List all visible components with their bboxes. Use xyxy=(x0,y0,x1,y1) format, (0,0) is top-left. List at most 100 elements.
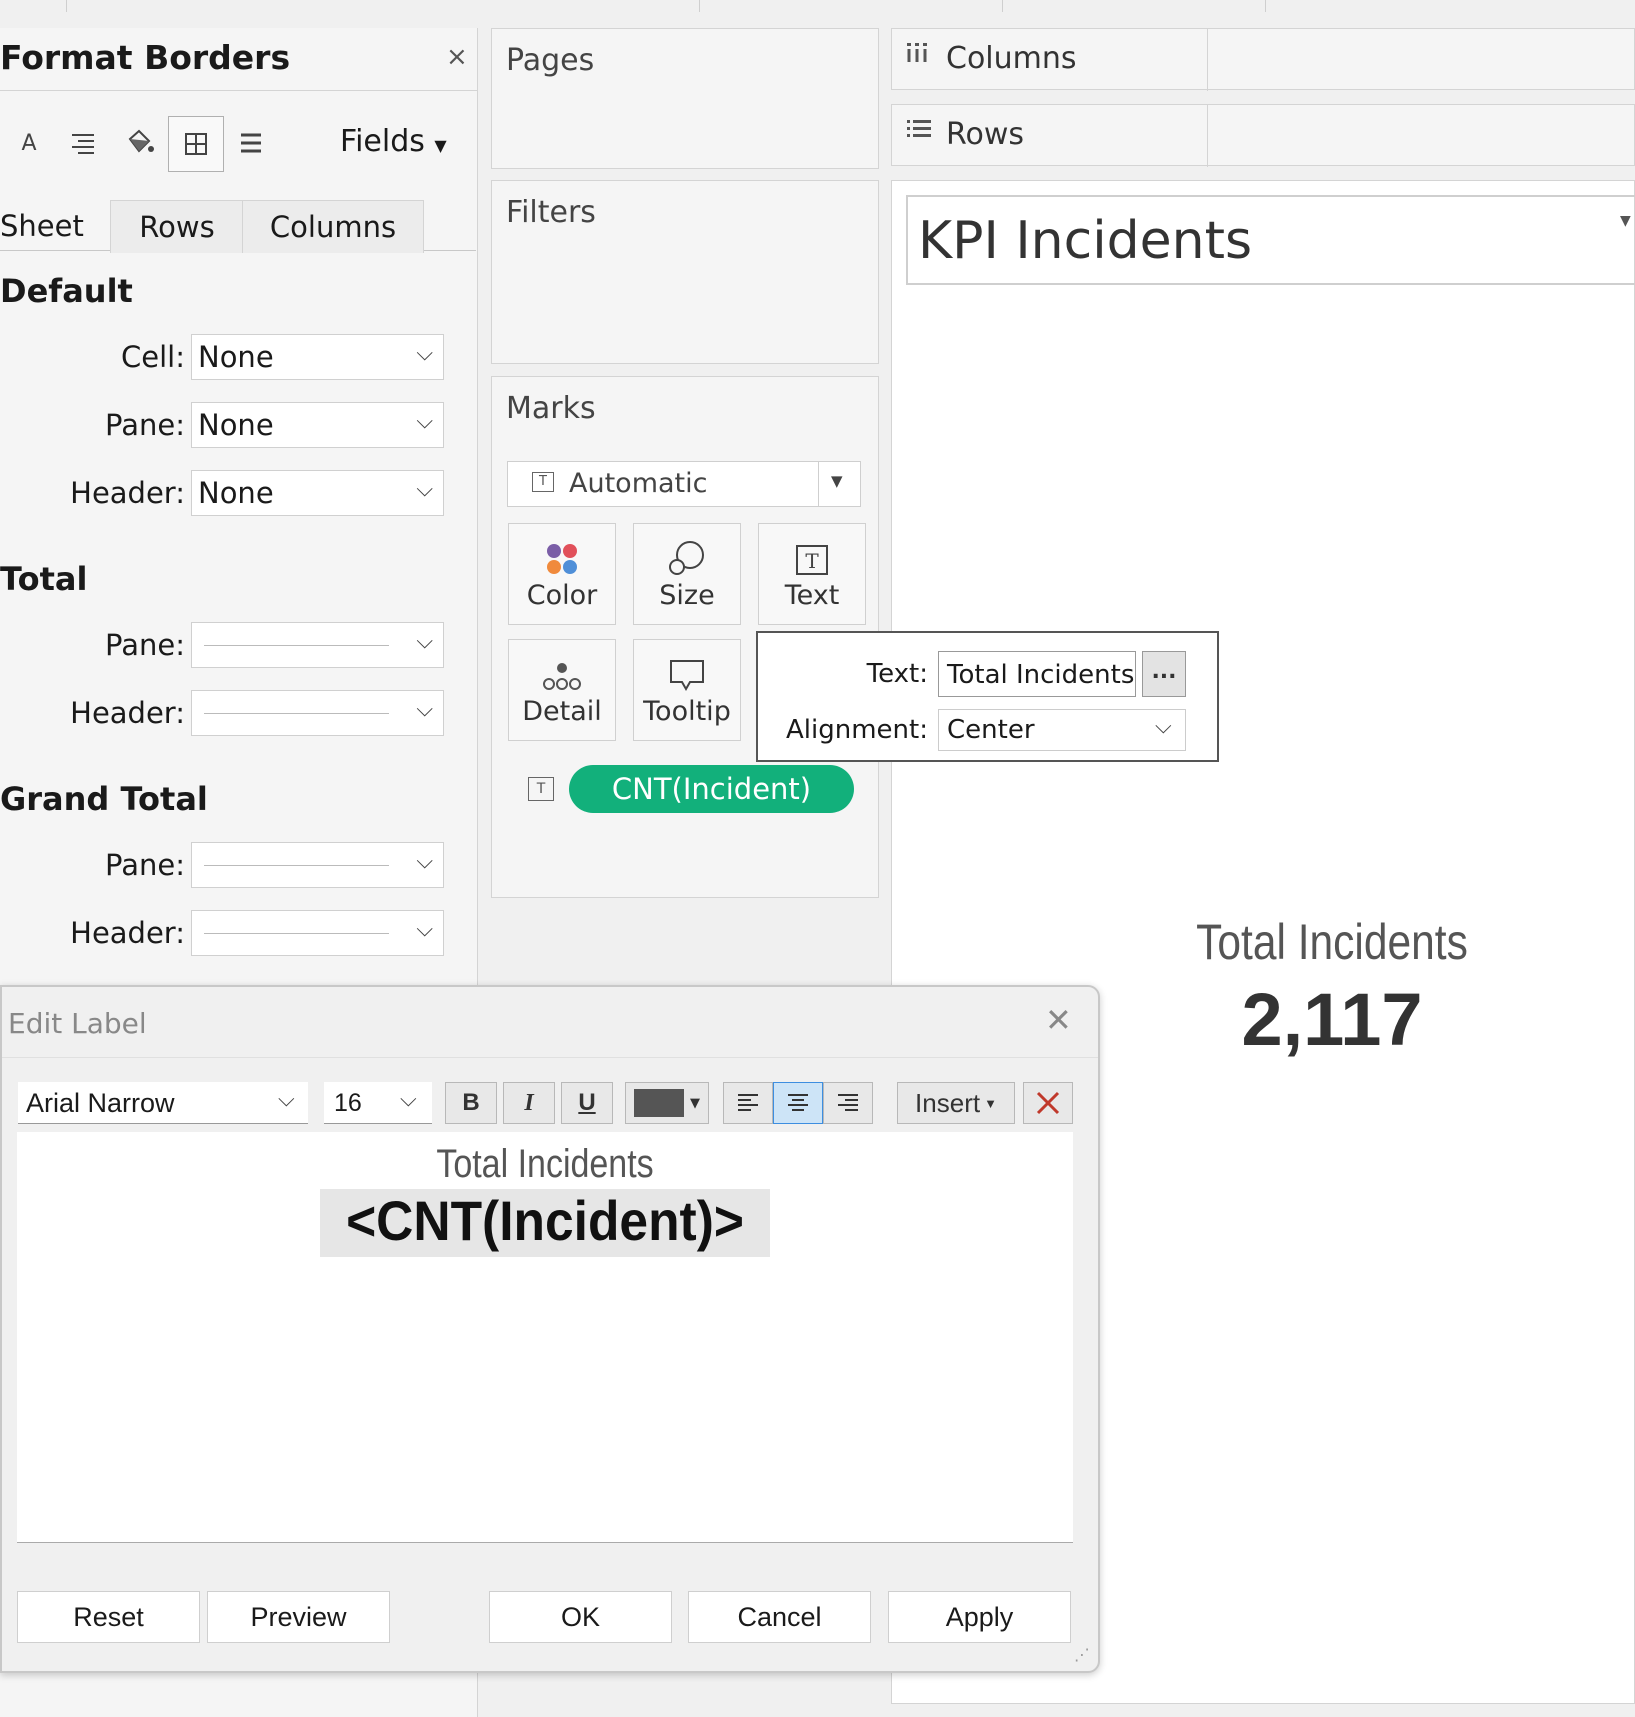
alignment-icon[interactable] xyxy=(56,116,110,170)
header-label: Header: xyxy=(70,696,185,730)
detail-button[interactable]: Detail xyxy=(508,639,616,741)
shelf-label: Rows xyxy=(946,117,1025,152)
caret-down-icon: ▼ xyxy=(831,472,843,490)
alignment-select[interactable]: Center ⌵ xyxy=(938,709,1186,751)
divider xyxy=(66,0,67,12)
mark-type-select[interactable]: T Automatic ▼ xyxy=(507,461,861,507)
close-icon[interactable]: × xyxy=(446,42,468,72)
line-style-preview xyxy=(204,645,389,646)
text-mark-icon: T xyxy=(528,777,554,801)
chevron-down-icon: ⌵ xyxy=(400,1086,417,1111)
line-style-preview xyxy=(204,865,389,866)
edit-label-dialog: Edit Label ✕ Arial Narrow ⌵ 16 ⌵ B I U ▼… xyxy=(0,985,1100,1673)
filters-card[interactable]: Filters xyxy=(491,180,879,364)
card-title: Filters xyxy=(506,195,596,230)
chevron-down-icon: ⌵ xyxy=(416,917,433,942)
detail-label: Detail xyxy=(522,696,602,727)
editor-line-1: Total Incidents xyxy=(436,1142,654,1186)
size-button[interactable]: Size xyxy=(633,523,741,625)
more-button[interactable]: ... xyxy=(1142,651,1186,697)
caret-down-icon: ▼ xyxy=(434,136,447,155)
clear-button[interactable] xyxy=(1023,1082,1073,1124)
shelf-label: Columns xyxy=(946,41,1077,76)
apply-button[interactable]: Apply xyxy=(888,1591,1071,1643)
chevron-down-icon: ⌵ xyxy=(1155,714,1172,739)
tab-rows[interactable]: Rows xyxy=(110,200,244,253)
font-size-select[interactable]: 16 ⌵ xyxy=(324,1082,432,1124)
header-label: Header: xyxy=(70,476,185,510)
chevron-down-icon: ⌵ xyxy=(416,849,433,874)
divider xyxy=(1207,105,1208,167)
pane-label: Pane: xyxy=(105,848,185,882)
view-title: KPI Incidents xyxy=(918,211,1253,271)
chevron-down-icon: ⌵ xyxy=(416,341,433,366)
divider xyxy=(818,462,819,506)
color-label: Color xyxy=(526,580,598,611)
cell-label: Cell: xyxy=(121,340,185,374)
font-icon[interactable]: A xyxy=(2,116,56,170)
divider xyxy=(2,1057,1098,1058)
text-button[interactable]: T Text xyxy=(758,523,866,625)
preview-button[interactable]: Preview xyxy=(207,1591,390,1643)
italic-button[interactable]: I xyxy=(503,1082,555,1124)
mark-type-label: Automatic xyxy=(569,468,708,499)
view-title-box[interactable]: KPI Incidents ▼ xyxy=(906,195,1635,285)
align-left-button[interactable] xyxy=(723,1082,773,1124)
grand-total-pane-border-select[interactable]: ⌵ xyxy=(191,842,444,888)
tab-columns[interactable]: Columns xyxy=(242,200,424,253)
text-mark-icon: T xyxy=(532,472,554,492)
caret-down-icon[interactable]: ▼ xyxy=(1620,213,1631,229)
label-editor[interactable]: Total Incidents <CNT(Incident)> xyxy=(17,1132,1073,1543)
kpi-label: Total Incidents xyxy=(1196,914,1468,970)
font-color-button[interactable]: ▼ xyxy=(625,1082,709,1124)
total-pane-border-select[interactable]: ⌵ xyxy=(191,622,444,668)
close-icon[interactable]: ✕ xyxy=(1045,1001,1072,1039)
tooltip-icon xyxy=(634,640,740,692)
align-center-icon xyxy=(788,1094,808,1111)
font-family-select[interactable]: Arial Narrow ⌵ xyxy=(18,1082,308,1124)
tooltip-button[interactable]: Tooltip xyxy=(633,639,741,741)
cnt-incident-pill[interactable]: CNT(Incident) xyxy=(569,765,854,813)
card-title: Pages xyxy=(506,43,595,78)
underline-button[interactable]: U xyxy=(561,1082,613,1124)
borders-icon[interactable] xyxy=(168,116,224,172)
text-icon: T xyxy=(759,524,865,576)
svg-text:T: T xyxy=(805,549,819,573)
section-default-heading: Default xyxy=(0,272,133,310)
rows-shelf[interactable]: Rows xyxy=(891,104,1635,167)
resize-grip-icon[interactable]: ⋰ xyxy=(1074,1645,1090,1664)
chevron-down-icon: ⌵ xyxy=(416,409,433,434)
align-right-button[interactable] xyxy=(823,1082,873,1124)
header-border-select[interactable]: None ⌵ xyxy=(191,470,444,516)
text-field[interactable]: Total Incidents xyxy=(938,651,1136,697)
pages-card[interactable]: Pages xyxy=(491,28,879,169)
lines-icon[interactable] xyxy=(224,116,278,170)
card-title: Marks xyxy=(506,391,596,426)
pane-border-select[interactable]: None ⌵ xyxy=(191,402,444,448)
bold-button[interactable]: B xyxy=(445,1082,497,1124)
fields-dropdown[interactable]: Fields ▼ xyxy=(340,124,447,159)
total-header-border-select[interactable]: ⌵ xyxy=(191,690,444,736)
caret-down-icon: ▼ xyxy=(984,1095,997,1111)
chevron-down-icon: ⌵ xyxy=(416,697,433,722)
color-button[interactable]: Color xyxy=(508,523,616,625)
clear-icon xyxy=(1036,1091,1060,1115)
divider xyxy=(0,90,478,91)
reset-button[interactable]: Reset xyxy=(17,1591,200,1643)
tab-sheet[interactable]: Sheet xyxy=(0,200,110,252)
kpi-value: 2,117 xyxy=(1241,978,1423,1061)
shading-icon[interactable] xyxy=(112,116,166,170)
ok-button[interactable]: OK xyxy=(489,1591,672,1643)
size-icon xyxy=(634,524,740,576)
chevron-down-icon: ⌵ xyxy=(416,629,433,654)
cell-border-select[interactable]: None ⌵ xyxy=(191,334,444,380)
columns-shelf[interactable]: Columns xyxy=(891,28,1635,91)
cancel-button[interactable]: Cancel xyxy=(688,1591,871,1643)
alignment-label: Alignment: xyxy=(786,715,928,745)
chevron-down-icon: ⌵ xyxy=(416,477,433,502)
editor-line-2: <CNT(Incident)> xyxy=(346,1189,744,1252)
insert-button[interactable]: Insert ▼ xyxy=(897,1082,1015,1124)
align-center-button[interactable] xyxy=(773,1082,823,1124)
section-total-heading: Total xyxy=(0,560,88,598)
grand-total-header-border-select[interactable]: ⌵ xyxy=(191,910,444,956)
